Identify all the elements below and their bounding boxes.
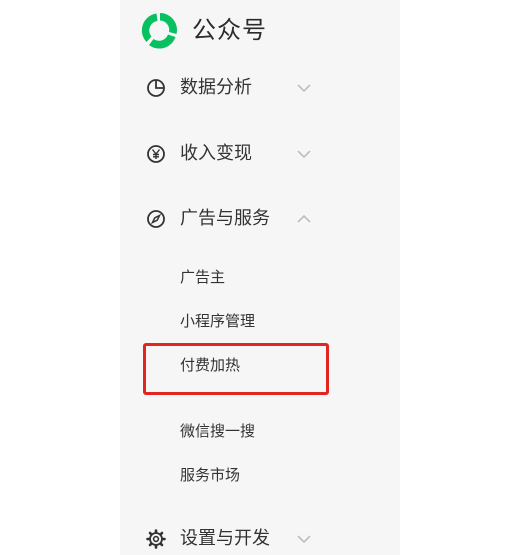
compass-icon bbox=[147, 210, 165, 228]
page: 公众号 数据分析 收入变现 广告与服务 广告主 小程序管理 付费加热 微信搜一搜… bbox=[0, 0, 506, 555]
chevron-down-icon bbox=[297, 535, 311, 544]
submenu-item-miniprogram-management[interactable]: 小程序管理 bbox=[180, 310, 255, 332]
pie-chart-icon bbox=[147, 79, 165, 97]
menu-item-label: 收入变现 bbox=[180, 143, 252, 164]
highlight-box bbox=[143, 343, 329, 395]
chevron-up-icon bbox=[297, 214, 311, 223]
menu-item-label: 广告与服务 bbox=[180, 208, 270, 229]
chevron-down-icon bbox=[297, 84, 311, 93]
submenu-item-service-market[interactable]: 服务市场 bbox=[180, 464, 240, 486]
wechat-official-account-logo-icon[interactable] bbox=[140, 10, 180, 50]
app-title: 公众号 bbox=[192, 16, 267, 44]
menu-item-ads-services[interactable]: 广告与服务 bbox=[145, 205, 325, 233]
submenu-item-wechat-search[interactable]: 微信搜一搜 bbox=[180, 420, 255, 442]
menu-item-income[interactable]: 收入变现 bbox=[145, 140, 325, 168]
yen-icon bbox=[147, 145, 165, 163]
menu-item-settings-dev[interactable]: 设置与开发 bbox=[145, 525, 325, 553]
menu-item-data-analysis[interactable]: 数据分析 bbox=[145, 74, 325, 102]
menu-item-label: 数据分析 bbox=[180, 77, 252, 98]
gear-icon bbox=[146, 529, 166, 549]
submenu-item-advertiser[interactable]: 广告主 bbox=[180, 266, 225, 288]
menu-item-label: 设置与开发 bbox=[180, 528, 270, 549]
chevron-down-icon bbox=[297, 150, 311, 159]
